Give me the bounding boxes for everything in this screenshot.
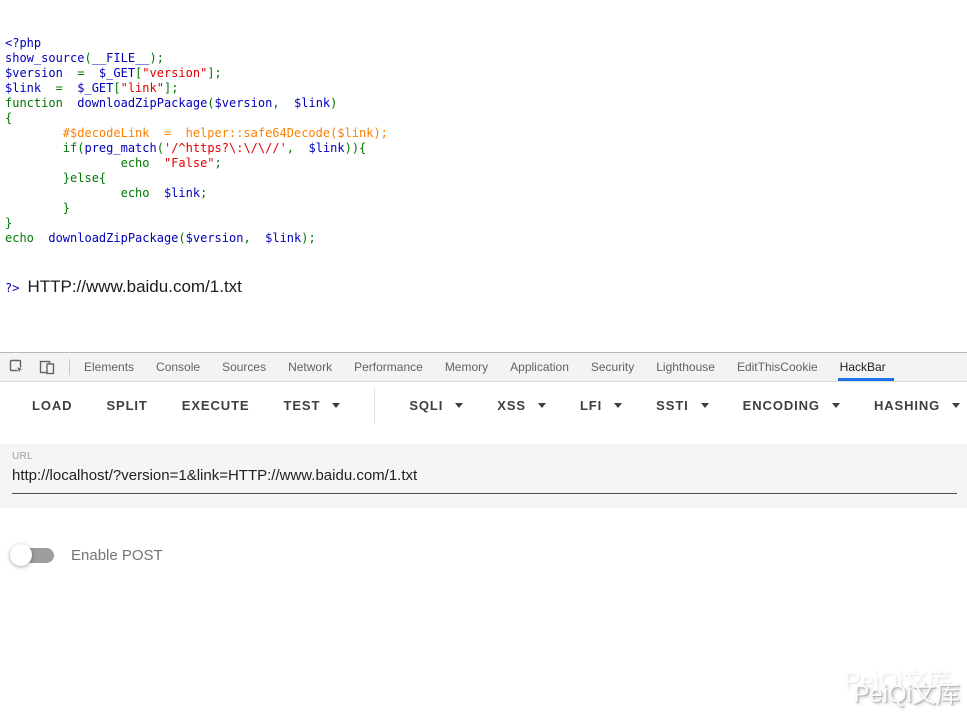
- php-code-line: $version = $_GET["version"];: [5, 66, 967, 81]
- hackbar-toolbar: LOAD SPLIT EXECUTE TEST SQLI XSS LFI SSTI ENCODI…: [0, 382, 967, 444]
- encoding-button[interactable]: ENCODING: [743, 398, 840, 413]
- php-code-line: echo "False";: [5, 156, 967, 171]
- toolbar-separator: [374, 388, 375, 424]
- devtools-tabs: Elements Console Sources Network Performance…: [84, 353, 908, 381]
- php-output-line: ?> HTTP://www.baidu.com/1.txt: [5, 279, 967, 296]
- php-code-line: <?php: [5, 36, 967, 51]
- enable-post-label: Enable POST: [71, 547, 163, 564]
- tab-console[interactable]: Console: [156, 353, 200, 381]
- dropdown-caret-icon: [332, 403, 340, 408]
- enable-post-row: Enable POST: [10, 543, 967, 567]
- toggle-thumb: [10, 544, 32, 566]
- php-code-line: if(preg_match('/^https?\:\/\//', $link))…: [5, 141, 967, 156]
- button-label: TEST: [283, 398, 320, 413]
- dropdown-caret-icon: [832, 403, 840, 408]
- test-button[interactable]: TEST: [283, 398, 340, 413]
- echo-output-text: HTTP://www.baidu.com/1.txt: [27, 279, 241, 294]
- php-code-line: $link = $_GET["link"];: [5, 81, 967, 96]
- xss-button[interactable]: XSS: [497, 398, 546, 413]
- button-label: SSTI: [656, 398, 689, 413]
- php-code-line: function downloadZipPackage($version, $l…: [5, 96, 967, 111]
- php-code-line: echo downloadZipPackage($version, $link)…: [5, 231, 967, 246]
- inspect-icon[interactable]: [9, 359, 25, 375]
- tab-lighthouse[interactable]: Lighthouse: [656, 353, 715, 381]
- url-panel: URL http://localhost/?version=1&link=HTT…: [0, 444, 967, 508]
- button-label: SPLIT: [106, 398, 147, 413]
- dropdown-caret-icon: [455, 403, 463, 408]
- php-code-line: }: [5, 201, 967, 216]
- button-label: ENCODING: [743, 398, 820, 413]
- button-label: SQLI: [409, 398, 443, 413]
- sqli-button[interactable]: SQLI: [409, 398, 463, 413]
- button-label: XSS: [497, 398, 526, 413]
- tab-network[interactable]: Network: [288, 353, 332, 381]
- button-label: LOAD: [32, 398, 72, 413]
- tab-memory[interactable]: Memory: [445, 353, 488, 381]
- lfi-button[interactable]: LFI: [580, 398, 622, 413]
- tab-hackbar[interactable]: HackBar: [840, 353, 886, 381]
- device-toolbar-icon[interactable]: [39, 359, 55, 375]
- php-code-line: }else{: [5, 171, 967, 186]
- devtools-tabbar: Elements Console Sources Network Performance…: [0, 353, 967, 382]
- tab-sources[interactable]: Sources: [222, 353, 266, 381]
- tab-editthiscookie[interactable]: EditThisCookie: [737, 353, 818, 381]
- url-field-label: URL: [12, 451, 957, 462]
- php-source-view: <?phpshow_source(__FILE__);$version = $_…: [0, 0, 967, 352]
- tabbar-separator: [69, 359, 70, 375]
- dropdown-caret-icon: [701, 403, 709, 408]
- button-label: HASHING: [874, 398, 940, 413]
- php-code-line: #$decodeLink = helper::safe64Decode($lin…: [5, 126, 967, 141]
- ssti-button[interactable]: SSTI: [656, 398, 709, 413]
- php-code-line: {: [5, 111, 967, 126]
- button-label: LFI: [580, 398, 602, 413]
- hashing-button[interactable]: HASHING: [874, 398, 960, 413]
- watermark: PeiQi文库: [853, 674, 960, 709]
- php-code-line: }: [5, 216, 967, 231]
- tab-security[interactable]: Security: [591, 353, 634, 381]
- php-code-line: show_source(__FILE__);: [5, 51, 967, 66]
- tab-elements[interactable]: Elements: [84, 353, 134, 381]
- tab-application[interactable]: Application: [510, 353, 569, 381]
- devtools-panel: Elements Console Sources Network Performance…: [0, 352, 967, 720]
- split-button[interactable]: SPLIT: [106, 398, 147, 413]
- url-input[interactable]: http://localhost/?version=1&link=HTTP://…: [12, 463, 957, 494]
- load-button[interactable]: LOAD: [32, 398, 72, 413]
- dropdown-caret-icon: [952, 403, 960, 408]
- php-code-line: echo $link;: [5, 186, 967, 201]
- enable-post-toggle[interactable]: [10, 543, 58, 567]
- tab-performance[interactable]: Performance: [354, 353, 423, 381]
- php-code-block: <?phpshow_source(__FILE__);$version = $_…: [5, 36, 967, 246]
- dropdown-caret-icon: [538, 403, 546, 408]
- button-label: EXECUTE: [182, 398, 250, 413]
- execute-button[interactable]: EXECUTE: [182, 398, 250, 413]
- dropdown-caret-icon: [614, 403, 622, 408]
- php-close-tag: ?>: [5, 281, 19, 296]
